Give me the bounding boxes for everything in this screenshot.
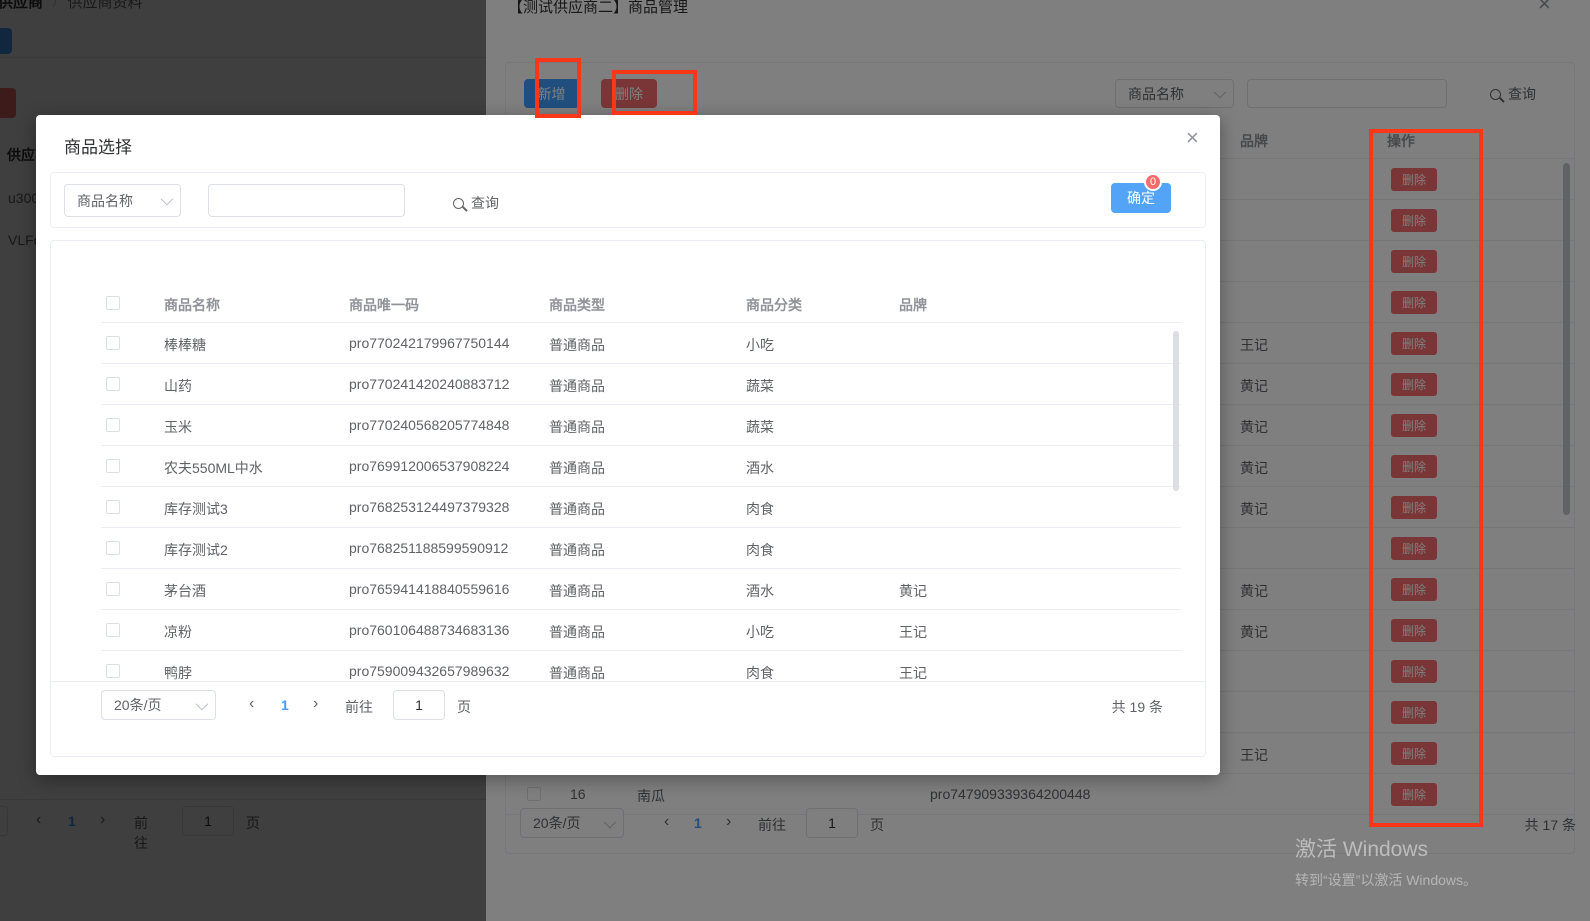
- table-row[interactable]: 茅台酒 pro765941418840559616 普通商品 酒水 黄记: [51, 569, 1205, 610]
- type-cell: 普通商品: [549, 583, 605, 599]
- row-checkbox[interactable]: [106, 623, 120, 637]
- filter-field-select[interactable]: 商品名称: [64, 184, 181, 217]
- type-cell: 普通商品: [549, 542, 605, 558]
- column-header: 品牌: [899, 297, 927, 313]
- next-page-button[interactable]: ›: [313, 695, 318, 713]
- filter-input[interactable]: [208, 184, 405, 217]
- category-cell: 小吃: [746, 624, 774, 640]
- goto-page-input[interactable]: 1: [393, 690, 445, 720]
- column-header: 商品名称: [164, 297, 220, 313]
- type-cell: 普通商品: [549, 460, 605, 476]
- table-header-row: 商品名称 商品唯一码 商品类型 商品分类 品牌: [51, 283, 1205, 323]
- page-size-select[interactable]: 20条/页: [101, 690, 216, 720]
- name-cell: 凉粉: [164, 624, 192, 640]
- brand-cell: 黄记: [899, 583, 927, 599]
- category-cell: 酒水: [746, 583, 774, 599]
- brand-cell: 王记: [899, 665, 927, 681]
- name-cell: 库存测试3: [164, 501, 228, 517]
- select-all-checkbox[interactable]: [106, 296, 120, 310]
- category-cell: 小吃: [746, 337, 774, 353]
- column-header: 商品唯一码: [349, 297, 419, 313]
- confirm-button[interactable]: 确定: [1111, 183, 1171, 213]
- search-button[interactable]: 查询: [453, 193, 499, 213]
- scrollbar-thumb[interactable]: [1173, 331, 1179, 491]
- category-cell: 肉食: [746, 665, 774, 681]
- code-cell: pro770240568205774848: [349, 417, 510, 433]
- name-cell: 玉米: [164, 419, 192, 435]
- code-cell: pro760106488734683136: [349, 622, 510, 638]
- code-cell: pro769912006537908224: [349, 458, 510, 474]
- table-row[interactable]: 库存测试3 pro768253124497379328 普通商品 肉食: [51, 487, 1205, 528]
- table-row[interactable]: 玉米 pro770240568205774848 普通商品 蔬菜: [51, 405, 1205, 446]
- type-cell: 普通商品: [549, 501, 605, 517]
- code-cell: pro759009432657989632: [349, 663, 510, 679]
- row-checkbox[interactable]: [106, 541, 120, 555]
- column-header: 商品分类: [746, 297, 802, 313]
- screen: 供应商 / 供应商资料 删除 供应商名称 u3000 VLFo ‹ 1 › 前往…: [0, 0, 1590, 921]
- category-cell: 酒水: [746, 460, 774, 476]
- name-cell: 茅台酒: [164, 583, 206, 599]
- row-checkbox[interactable]: [106, 500, 120, 514]
- column-header: 商品类型: [549, 297, 605, 313]
- table-row[interactable]: 山药 pro770241420240883712 普通商品 蔬菜: [51, 364, 1205, 405]
- total-count: 共 19 条: [1111, 699, 1163, 715]
- type-cell: 普通商品: [549, 337, 605, 353]
- filter-bar: 商品名称 查询: [50, 172, 1206, 228]
- code-cell: pro770242179967750144: [349, 335, 510, 351]
- close-icon[interactable]: ×: [1186, 127, 1199, 149]
- selected-count-badge: 0: [1144, 173, 1163, 191]
- search-icon: [453, 197, 464, 209]
- product-select-dialog: 商品选择 × 商品名称 查询 确定 0 商品名称 商品唯一码 商品类型 商品分类…: [36, 115, 1220, 775]
- row-checkbox[interactable]: [106, 377, 120, 391]
- page-size-value: 20条/页: [114, 697, 162, 713]
- code-cell: pro768253124497379328: [349, 499, 510, 515]
- category-cell: 蔬菜: [746, 419, 774, 435]
- table-panel: 商品名称 商品唯一码 商品类型 商品分类 品牌 棒棒糖 pro770242179…: [50, 240, 1206, 757]
- brand-cell: 王记: [899, 624, 927, 640]
- code-cell: pro770241420240883712: [349, 376, 510, 392]
- row-checkbox[interactable]: [106, 664, 120, 678]
- search-label: 查询: [471, 195, 499, 211]
- type-cell: 普通商品: [549, 624, 605, 640]
- name-cell: 鸭脖: [164, 665, 192, 681]
- code-cell: pro765941418840559616: [349, 581, 510, 597]
- table-row[interactable]: 凉粉 pro760106488734683136 普通商品 小吃 王记: [51, 610, 1205, 651]
- page-unit-label: 页: [457, 699, 471, 715]
- page-number[interactable]: 1: [281, 697, 289, 713]
- table-row[interactable]: 库存测试2 pro768251188599590912 普通商品 肉食: [51, 528, 1205, 569]
- row-checkbox[interactable]: [106, 336, 120, 350]
- row-checkbox[interactable]: [106, 418, 120, 432]
- filter-field-value: 商品名称: [77, 192, 133, 209]
- prev-page-button[interactable]: ‹: [249, 695, 254, 713]
- modal-pagination: 20条/页 ‹ 1 › 前往 1 页 共 19 条: [51, 681, 1205, 756]
- category-cell: 肉食: [746, 542, 774, 558]
- name-cell: 库存测试2: [164, 542, 228, 558]
- type-cell: 普通商品: [549, 378, 605, 394]
- dialog-title: 商品选择: [64, 138, 132, 157]
- goto-label: 前往: [345, 699, 373, 715]
- category-cell: 肉食: [746, 501, 774, 517]
- type-cell: 普通商品: [549, 419, 605, 435]
- table-row[interactable]: 农夫550ML中水 pro769912006537908224 普通商品 酒水: [51, 446, 1205, 487]
- name-cell: 山药: [164, 378, 192, 394]
- name-cell: 农夫550ML中水: [164, 460, 263, 476]
- row-checkbox[interactable]: [106, 459, 120, 473]
- row-checkbox[interactable]: [106, 582, 120, 596]
- table-row[interactable]: 棒棒糖 pro770242179967750144 普通商品 小吃: [51, 323, 1205, 364]
- code-cell: pro768251188599590912: [349, 540, 509, 556]
- chevron-down-icon: [160, 192, 174, 206]
- type-cell: 普通商品: [549, 665, 605, 681]
- category-cell: 蔬菜: [746, 378, 774, 394]
- chevron-down-icon: [195, 697, 209, 710]
- name-cell: 棒棒糖: [164, 337, 206, 353]
